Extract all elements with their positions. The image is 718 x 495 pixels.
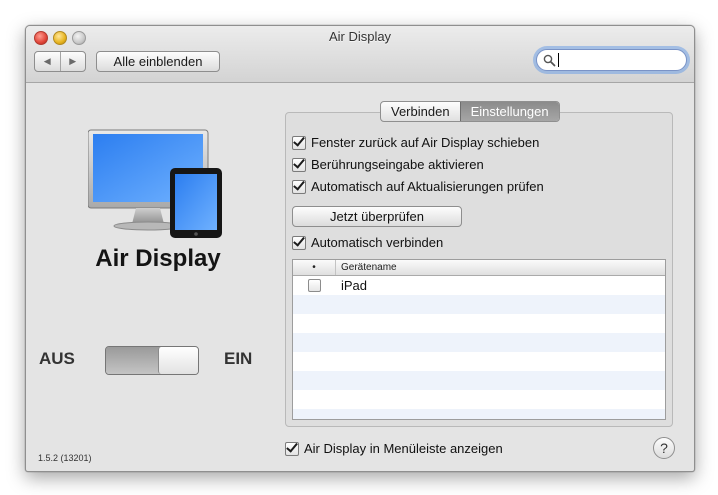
table-row-empty	[293, 352, 665, 371]
titlebar: Air Display ◀ ▶ Alle einblenden	[26, 26, 694, 83]
preferences-window: Air Display ◀ ▶ Alle einblenden Air Disp…	[25, 25, 695, 472]
table-header: • Gerätename	[293, 260, 665, 276]
search-icon	[543, 54, 556, 67]
column-header-device-name[interactable]: Gerätename	[341, 260, 397, 275]
checkbox[interactable]	[285, 441, 299, 456]
checkbox[interactable]	[292, 179, 306, 194]
option-auto-connect[interactable]: Automatisch verbinden	[292, 235, 443, 250]
forward-button[interactable]: ▶	[59, 52, 86, 71]
option-menubar[interactable]: Air Display in Menüleiste anzeigen	[285, 441, 503, 456]
option-auto-update[interactable]: Automatisch auf Aktualisierungen prüfen	[292, 179, 544, 194]
on-off-switch[interactable]	[105, 346, 199, 375]
table-row-empty	[293, 371, 665, 390]
tab-settings[interactable]: Einstellungen	[459, 102, 559, 121]
switch-knob[interactable]	[158, 347, 198, 374]
back-button[interactable]: ◀	[35, 52, 60, 71]
option-label: Air Display in Menüleiste anzeigen	[304, 441, 503, 456]
device-name: iPad	[341, 278, 368, 293]
device-table: • Gerätename iPad	[292, 259, 666, 420]
switch-off-label: AUS	[39, 349, 75, 368]
option-label: Fenster zurück auf Air Display schieben	[311, 135, 540, 150]
table-row-empty	[293, 409, 665, 419]
option-move-windows[interactable]: Fenster zurück auf Air Display schieben	[292, 135, 539, 150]
option-label: Berührungseingabe aktivieren	[311, 157, 484, 172]
search-input[interactable]	[536, 49, 687, 71]
table-row-empty	[293, 295, 665, 314]
table-row-empty	[293, 333, 665, 352]
switch-on-label: EIN	[224, 349, 253, 368]
text-caret	[558, 53, 559, 67]
table-row-empty	[293, 390, 665, 409]
device-checkbox[interactable]	[308, 279, 321, 292]
checkbox[interactable]	[292, 157, 306, 172]
help-icon: ?	[660, 440, 668, 456]
table-row[interactable]: iPad	[293, 276, 665, 295]
tab-control: Verbinden Einstellungen	[380, 101, 560, 122]
option-label: Automatisch auf Aktualisierungen prüfen	[311, 179, 544, 194]
back-arrow-icon: ◀	[43, 56, 51, 66]
table-row-empty	[293, 314, 665, 333]
help-button[interactable]: ?	[653, 437, 675, 459]
option-label: Automatisch verbinden	[311, 235, 444, 250]
checkbox[interactable]	[292, 235, 306, 250]
column-header-select[interactable]: •	[293, 260, 336, 275]
show-all-button[interactable]: Alle einblenden	[96, 51, 220, 72]
table-body: iPad	[293, 276, 665, 419]
window-title: Air Display	[328, 29, 392, 44]
forward-arrow-icon: ▶	[69, 56, 77, 66]
tab-connect[interactable]: Verbinden	[381, 102, 460, 121]
version-label: 1.5.2 (13201)	[38, 453, 92, 463]
back-forward-control: ◀ ▶	[34, 51, 86, 72]
check-now-button[interactable]: Jetzt überprüfen	[292, 206, 462, 227]
option-touch-input[interactable]: Berührungseingabe aktivieren	[292, 157, 484, 172]
checkbox[interactable]	[292, 135, 306, 150]
air-display-hero-icon	[88, 129, 222, 238]
product-name: Air Display	[95, 245, 221, 272]
